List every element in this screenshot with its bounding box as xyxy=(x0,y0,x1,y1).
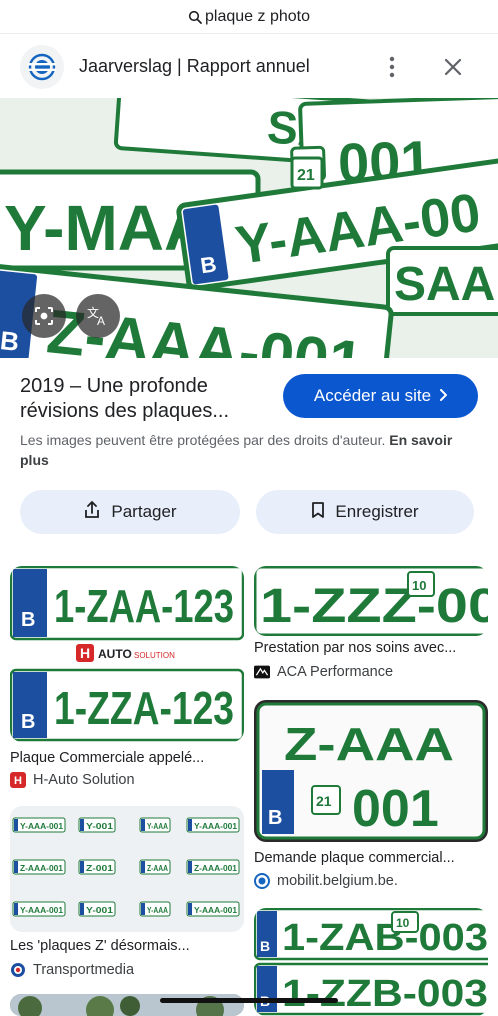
save-label: Enregistrer xyxy=(335,502,419,521)
mini-plate-text: Y-AAA-001 xyxy=(20,906,64,915)
search-query-bar[interactable]: plaque z photo xyxy=(0,0,498,34)
mini-plate: Y-AAA xyxy=(139,817,171,833)
chevron-right-icon xyxy=(439,386,448,406)
card3-plate-top: Z-AAA xyxy=(284,718,454,770)
mini-plate-text: Y-001 xyxy=(86,906,114,915)
close-icon[interactable] xyxy=(438,52,468,82)
visit-site-button[interactable]: Accéder au site xyxy=(283,374,478,418)
mini-plate: Y-001 xyxy=(78,901,116,917)
card-source[interactable]: Transportmedia xyxy=(10,962,134,978)
preview-image[interactable]: SAA 001 Y-MAA B Y-AAA-00 SAA B Z xyxy=(0,98,498,358)
translate-icon[interactable]: 文A xyxy=(76,294,120,338)
h-auto-favicon-icon: H xyxy=(10,772,26,788)
mini-plate-text: Z-AAA-001 xyxy=(194,864,238,873)
mini-plate: Z-AAA-001 xyxy=(186,859,240,875)
svg-text:B: B xyxy=(0,325,21,357)
card1-plate1: 1-ZAA-123 xyxy=(54,580,234,632)
card-source[interactable]: H H-Auto Solution xyxy=(10,772,135,788)
mini-plate-text: Z-AAA xyxy=(147,864,168,873)
card-source[interactable]: mobilit.belgium.be. xyxy=(254,873,398,889)
mini-plate-text: Y-AAA-001 xyxy=(194,906,238,915)
svg-text:A: A xyxy=(97,314,105,327)
card1-country: B xyxy=(21,609,35,631)
mini-plate: Z-AAA xyxy=(139,859,171,875)
card-source[interactable]: ACA Performance xyxy=(254,664,393,680)
card-source-label: H-Auto Solution xyxy=(33,772,135,788)
related-image-card[interactable]: Z-AAA B 21 001 xyxy=(254,700,488,842)
bookmark-icon xyxy=(311,501,325,524)
related-image-card[interactable]: 1-ZZZ-00 10 xyxy=(254,566,488,636)
result-header: Jaarverslag | Rapport annuel xyxy=(0,36,498,98)
mini-plate-text: Z-AAA-001 xyxy=(20,864,64,873)
share-button[interactable]: Partager xyxy=(20,490,240,534)
more-vert-icon[interactable] xyxy=(380,50,404,84)
mini-plate-text: Z-001 xyxy=(86,864,114,873)
mini-plate: Z-001 xyxy=(78,859,116,875)
card5-plate2: 1-ZZB-003 xyxy=(282,973,488,1015)
mini-plate: Y-AAA-001 xyxy=(12,817,66,833)
card3-badge: 21 xyxy=(316,793,332,809)
mini-plate-text: Y-AAA xyxy=(147,906,168,915)
mobilit-favicon-icon xyxy=(254,873,270,889)
card-caption[interactable]: Prestation par nos soins avec... xyxy=(254,640,488,656)
card2-plate: 1-ZZZ-00 xyxy=(260,580,488,633)
site-title[interactable]: Jaarverslag | Rapport annuel xyxy=(79,56,310,77)
related-image-card[interactable]: Y-AAA-001 Y-001 Y-AAA Y-AAA-001 Z-AAA-001 Z-0… xyxy=(10,806,244,932)
hero-badge-text: 21 xyxy=(297,167,315,184)
home-indicator[interactable] xyxy=(160,998,338,1003)
search-icon xyxy=(188,10,202,24)
hero-plate-text: SAA xyxy=(394,258,495,311)
mini-plate: Y-AAA-001 xyxy=(12,901,66,917)
card-caption[interactable]: Demande plaque commercial... xyxy=(254,850,488,866)
svg-text:H: H xyxy=(14,775,22,787)
card5-plate1: 1-ZAB-003 xyxy=(282,917,488,959)
mini-plate-text: Y-AAA-001 xyxy=(194,822,238,831)
copyright-text: Les images peuvent être protégées par de… xyxy=(20,432,386,448)
card1-country-2: B xyxy=(21,711,35,733)
copyright-notice: Les images peuvent être protégées par de… xyxy=(20,430,480,470)
share-label: Partager xyxy=(111,502,177,521)
card1-brand-sub: SOLUTION xyxy=(134,651,175,660)
visit-site-label: Accéder au site xyxy=(313,386,432,405)
mini-plate: Y-AAA xyxy=(139,901,171,917)
search-query-text: plaque z photo xyxy=(205,7,310,25)
card-source-label: mobilit.belgium.be. xyxy=(277,873,398,889)
card1-brand-name: AUTO xyxy=(98,647,132,661)
card-caption[interactable]: Les 'plaques Z' désormais... xyxy=(10,938,244,954)
card2-badge: 10 xyxy=(412,578,426,593)
mini-plate: Y-AAA-001 xyxy=(186,901,240,917)
site-logo-icon xyxy=(20,45,64,89)
transportmedia-favicon-icon xyxy=(10,962,26,978)
card3-country: B xyxy=(268,807,282,829)
card5-country: B xyxy=(260,938,270,954)
mini-plate-text: Y-AAA xyxy=(147,822,168,831)
mini-plate-text: Y-001 xyxy=(86,822,114,831)
card1-plate2: 1-ZZA-123 xyxy=(54,682,234,734)
aca-favicon-icon xyxy=(254,664,270,680)
mini-plate: Y-AAA-001 xyxy=(186,817,240,833)
result-title[interactable]: 2019 – Une profonde révisions des plaque… xyxy=(20,374,270,424)
card5-badge: 10 xyxy=(396,916,410,930)
card-source-label: ACA Performance xyxy=(277,664,394,680)
card1-brand-mark: H xyxy=(80,645,90,661)
mini-plate: Z-AAA-001 xyxy=(12,859,66,875)
share-icon xyxy=(83,500,101,525)
save-button[interactable]: Enregistrer xyxy=(256,490,474,534)
lens-icon[interactable] xyxy=(22,294,66,338)
related-image-card[interactable]: B 1-ZAA-123 H AUTO SOLUTION B 1-ZZA-123 xyxy=(10,566,244,742)
mini-plate: Y-001 xyxy=(78,817,116,833)
mini-plate-text: Y-AAA-001 xyxy=(20,822,64,831)
card-caption[interactable]: Plaque Commerciale appelé... xyxy=(10,750,244,766)
card3-plate-bottom: 001 xyxy=(352,780,439,838)
card-source-label: Transportmedia xyxy=(33,962,135,978)
